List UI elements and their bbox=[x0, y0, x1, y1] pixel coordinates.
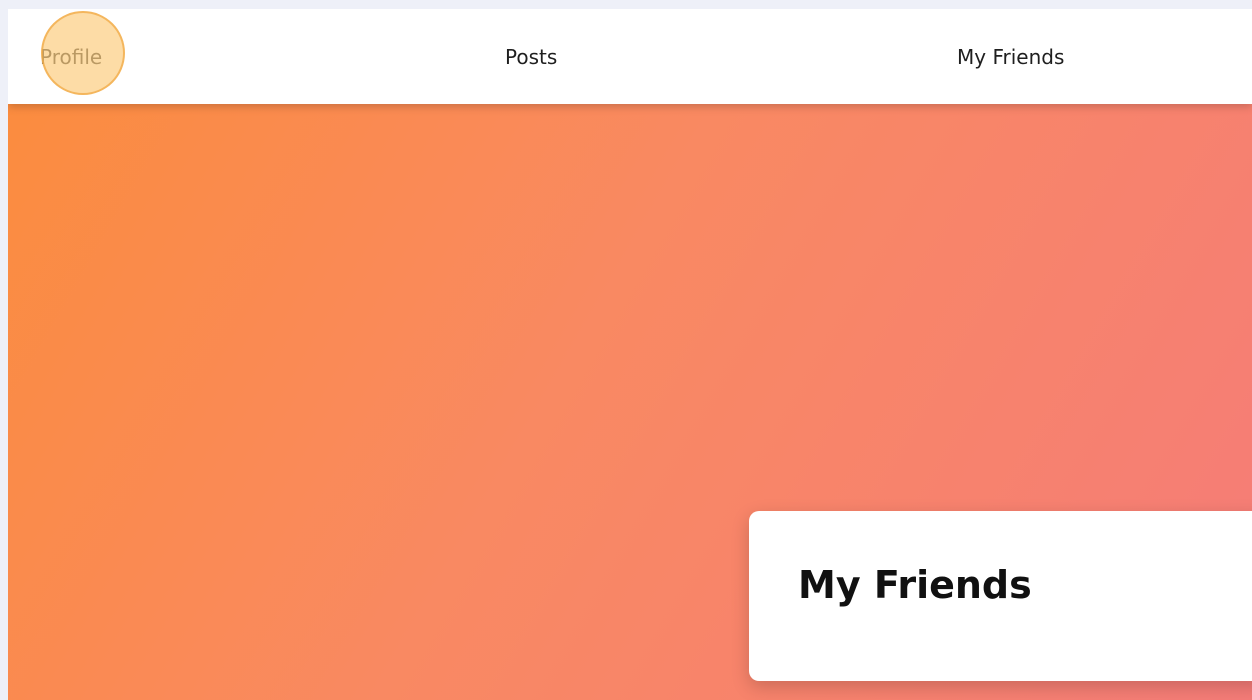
top-navigation: Profile Posts My Friends bbox=[8, 9, 1252, 104]
friends-card-title: My Friends bbox=[798, 563, 1032, 607]
nav-item-posts[interactable]: Posts bbox=[505, 9, 557, 104]
nav-item-profile[interactable]: Profile bbox=[40, 9, 102, 104]
nav-item-my-friends[interactable]: My Friends bbox=[957, 9, 1064, 104]
friends-card: My Friends bbox=[749, 511, 1252, 681]
browser-viewport: Profile Posts My Friends My Friends bbox=[8, 9, 1252, 700]
